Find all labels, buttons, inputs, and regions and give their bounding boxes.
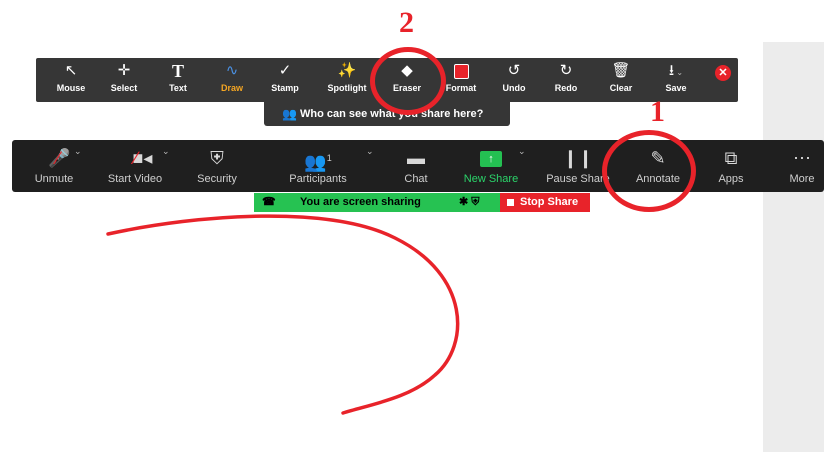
red-curve-stroke bbox=[106, 214, 460, 415]
freehand-drawing bbox=[106, 214, 460, 415]
